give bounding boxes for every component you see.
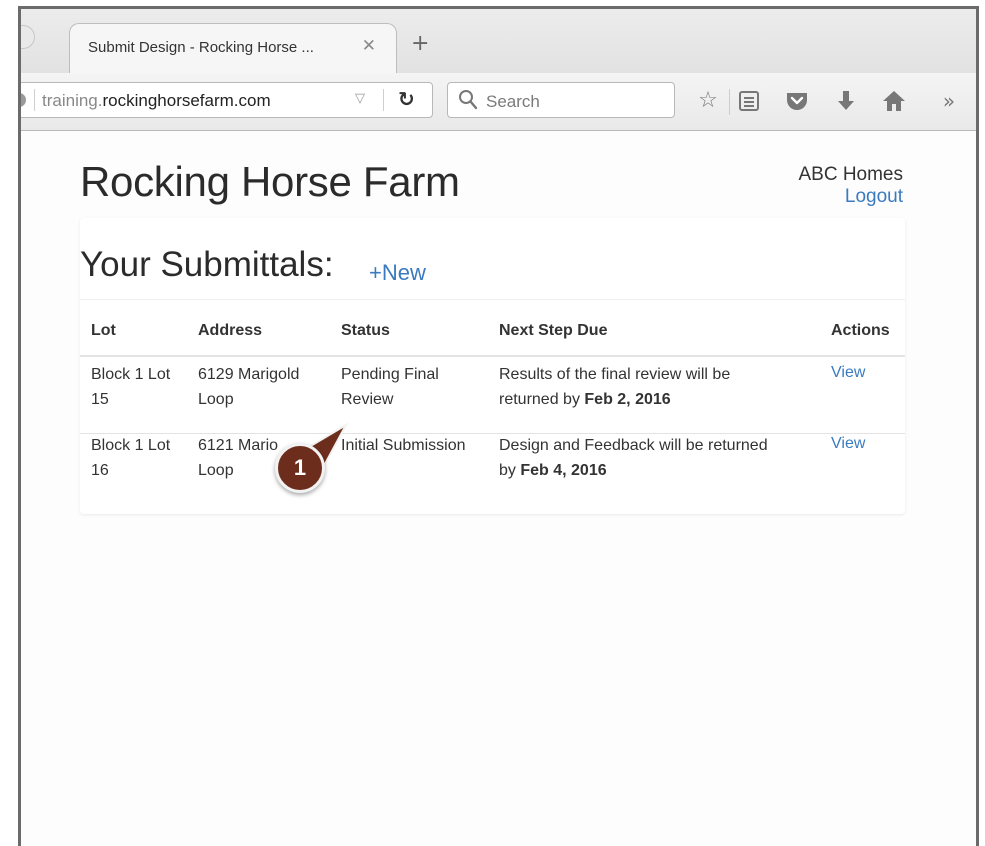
column-header-lot: Lot [91, 322, 116, 339]
lot-line: 15 [91, 391, 109, 408]
download-icon[interactable] [832, 87, 860, 115]
url-prefix: training. [42, 91, 103, 110]
lot-line: 16 [91, 462, 109, 479]
status-line: Initial Submission [341, 437, 466, 454]
column-header-address: Address [198, 322, 263, 339]
url-domain: rockinghorsefarm.com [102, 91, 271, 110]
tab-title: Submit Design - Rocking Horse ... [88, 39, 314, 56]
navigation-toolbar: training.rockinghorsefarm.com ▽ ↻ Search… [21, 73, 976, 131]
overflow-chevron-icon[interactable]: » [935, 87, 963, 115]
address-bar[interactable]: training.rockinghorsefarm.com ▽ ↻ [21, 82, 433, 118]
table-row: Block 1 Lot 15 6129 Marigold Loop Pendin… [80, 362, 905, 432]
next-step-cell: Results of the final review will be retu… [499, 362, 730, 412]
address-line: 6129 Marigold [198, 366, 300, 383]
new-submittal-link[interactable]: +New [369, 260, 426, 286]
status-cell: Pending Final Review [341, 362, 439, 412]
table-row: Block 1 Lot 16 6121 Mario Loop Initial S… [80, 433, 905, 503]
user-name: ABC Homes [798, 164, 903, 185]
lot-cell: Block 1 Lot 15 [91, 362, 170, 412]
site-title: Rocking Horse Farm [80, 158, 460, 205]
step-number-badge: 1 [275, 443, 325, 493]
pocket-icon[interactable] [783, 87, 811, 115]
bookmark-star-icon[interactable]: ☆ [694, 87, 722, 115]
next-step-line: returned by Feb 2, 2016 [499, 387, 730, 412]
search-placeholder: Search [486, 92, 540, 111]
browser-window: Submit Design - Rocking Horse ... ✕ + tr… [18, 6, 979, 846]
url-text[interactable]: training.rockinghorsefarm.com [42, 91, 271, 111]
reload-icon[interactable]: ↻ [398, 87, 415, 111]
page-content: Rocking Horse Farm ABC Homes Logout Your… [21, 132, 976, 846]
next-step-line: by Feb 4, 2016 [499, 458, 768, 483]
active-tab[interactable]: Submit Design - Rocking Horse ... ✕ [69, 23, 397, 73]
next-step-prefix: by [499, 462, 521, 479]
header-divider [80, 355, 905, 357]
next-step-prefix: returned by [499, 391, 585, 408]
reading-list-icon[interactable] [735, 87, 763, 115]
lot-line: Block 1 Lot [91, 366, 171, 383]
due-date: Feb 2, 2016 [584, 391, 671, 408]
address-cell: 6129 Marigold Loop [198, 362, 299, 412]
status-line: Review [341, 391, 394, 408]
lot-cell: Block 1 Lot 16 [91, 433, 170, 483]
due-date: Feb 4, 2016 [520, 462, 607, 479]
url-divider [383, 89, 384, 111]
view-link[interactable]: View [831, 364, 865, 382]
url-history-dropdown-icon[interactable]: ▽ [355, 91, 365, 106]
status-cell: Initial Submission [341, 433, 466, 458]
site-identity-icon[interactable] [21, 93, 26, 107]
view-link[interactable]: View [831, 435, 865, 453]
search-icon [459, 90, 478, 110]
search-box[interactable]: Search [447, 82, 675, 118]
address-line: Loop [198, 391, 234, 408]
page-title: Your Submittals: [80, 245, 334, 284]
submittals-panel: Your Submittals: +New Lot Address Status… [80, 218, 905, 514]
panel-header: Your Submittals: +New [80, 218, 905, 300]
lot-line: Block 1 Lot [91, 437, 171, 454]
url-divider [34, 89, 35, 111]
new-tab-icon[interactable]: + [411, 33, 429, 55]
next-step-cell: Design and Feedback will be returned by … [499, 433, 768, 483]
column-header-status: Status [341, 322, 390, 339]
column-header-next-step: Next Step Due [499, 322, 608, 339]
tab-strip: Submit Design - Rocking Horse ... ✕ + [21, 9, 976, 73]
status-line: Pending Final [341, 366, 439, 383]
column-header-actions: Actions [831, 322, 890, 339]
toolbar-divider [729, 89, 730, 115]
previous-tab-edge[interactable] [21, 25, 35, 49]
next-step-line: Design and Feedback will be returned [499, 437, 768, 454]
close-icon[interactable]: ✕ [362, 36, 376, 56]
logout-link[interactable]: Logout [845, 186, 903, 208]
next-step-line: Results of the final review will be [499, 366, 731, 383]
home-icon[interactable] [880, 87, 908, 115]
